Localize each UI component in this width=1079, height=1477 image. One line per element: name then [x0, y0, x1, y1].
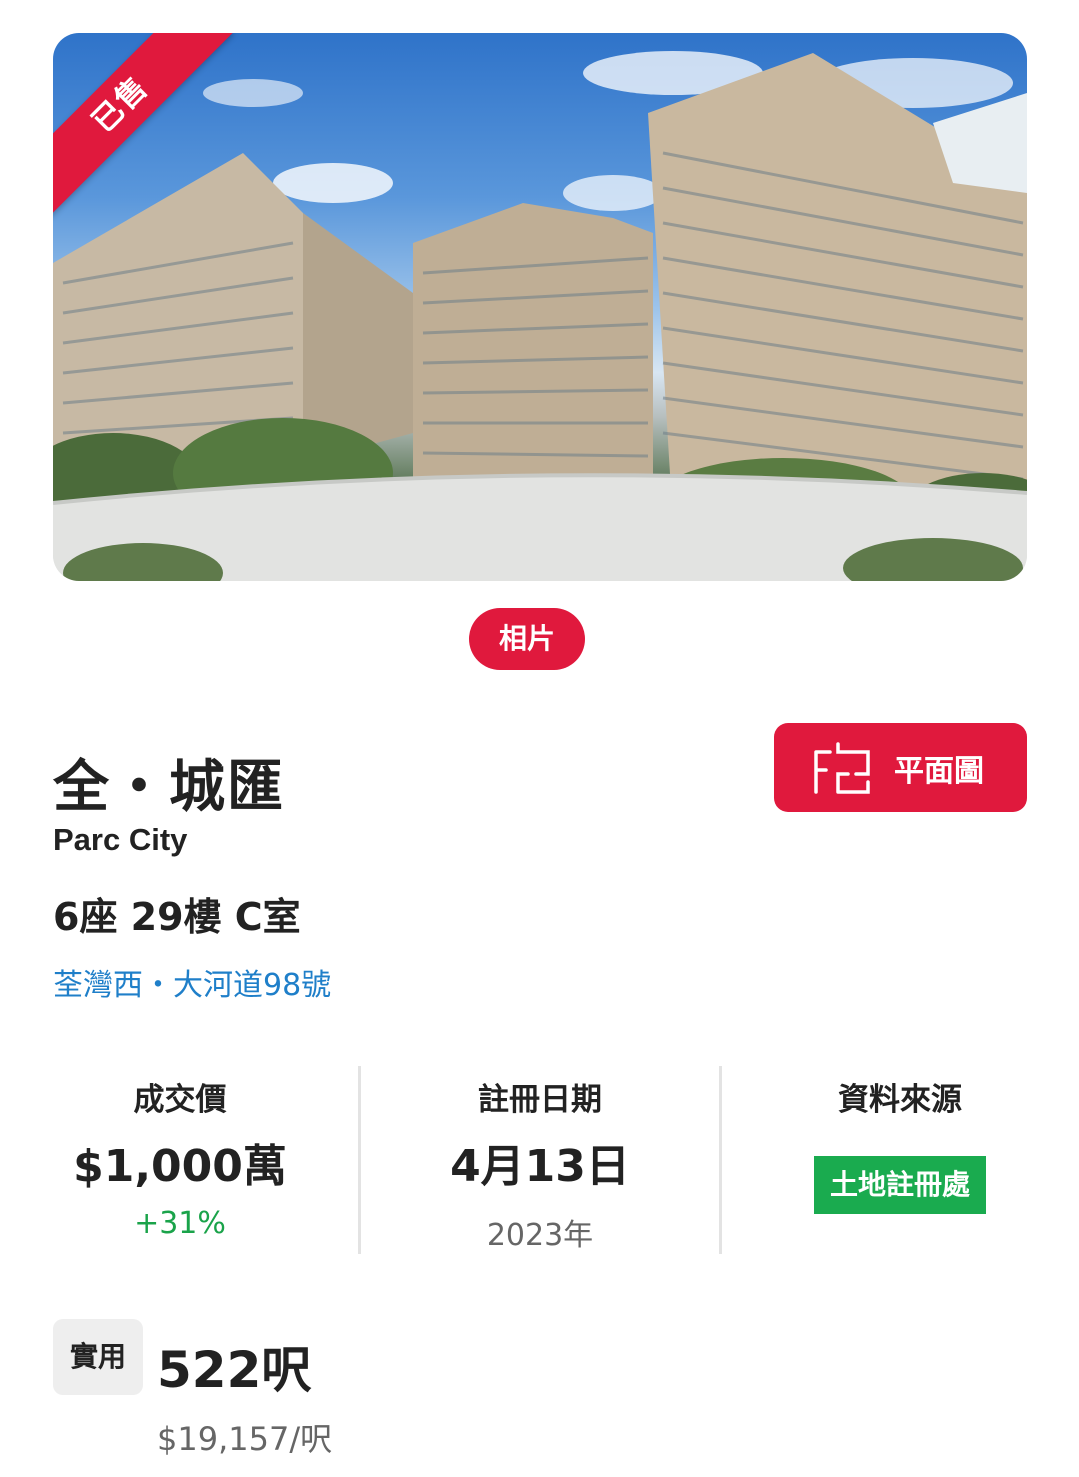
date-value: 4月13日	[450, 1141, 630, 1192]
stat-date: 註冊日期 4月13日 2023年	[360, 1066, 720, 1254]
transaction-stats: 成交價 $1,000萬 +31% 註冊日期 4月13日 2023年 資料來源 土…	[0, 1066, 1079, 1254]
property-name-english: Parc City	[53, 822, 188, 857]
photos-button[interactable]: 相片	[469, 608, 585, 670]
property-photo[interactable]: 已售	[53, 33, 1027, 581]
stat-price: 成交價 $1,000萬 +31%	[0, 1066, 360, 1254]
stat-source: 資料來源 土地註冊處	[720, 1066, 1079, 1254]
saleable-area-value: 522呎	[157, 1341, 312, 1399]
price-per-sqft: $19,157/呎	[157, 1420, 333, 1458]
source-label: 資料來源	[838, 1082, 962, 1118]
price-change: +31%	[134, 1206, 226, 1241]
floorplan-icon	[814, 741, 870, 794]
saleable-area-tag: 實用	[53, 1319, 143, 1395]
floorplan-button-label: 平面圖	[894, 754, 984, 788]
date-label: 註冊日期	[478, 1082, 602, 1118]
address-link[interactable]: 荃灣西・大河道98號	[53, 960, 331, 1004]
date-year: 2023年	[486, 1218, 594, 1253]
property-name: 全・城匯	[53, 755, 285, 820]
source-badge: 土地註冊處	[814, 1156, 986, 1214]
building-photo-illustration	[53, 51, 1027, 581]
unit-info: 6座 29樓 C室	[53, 895, 301, 939]
floorplan-button[interactable]: 平面圖	[774, 723, 1027, 812]
price-label: 成交價	[133, 1082, 227, 1118]
price-value: $1,000萬	[73, 1141, 287, 1192]
